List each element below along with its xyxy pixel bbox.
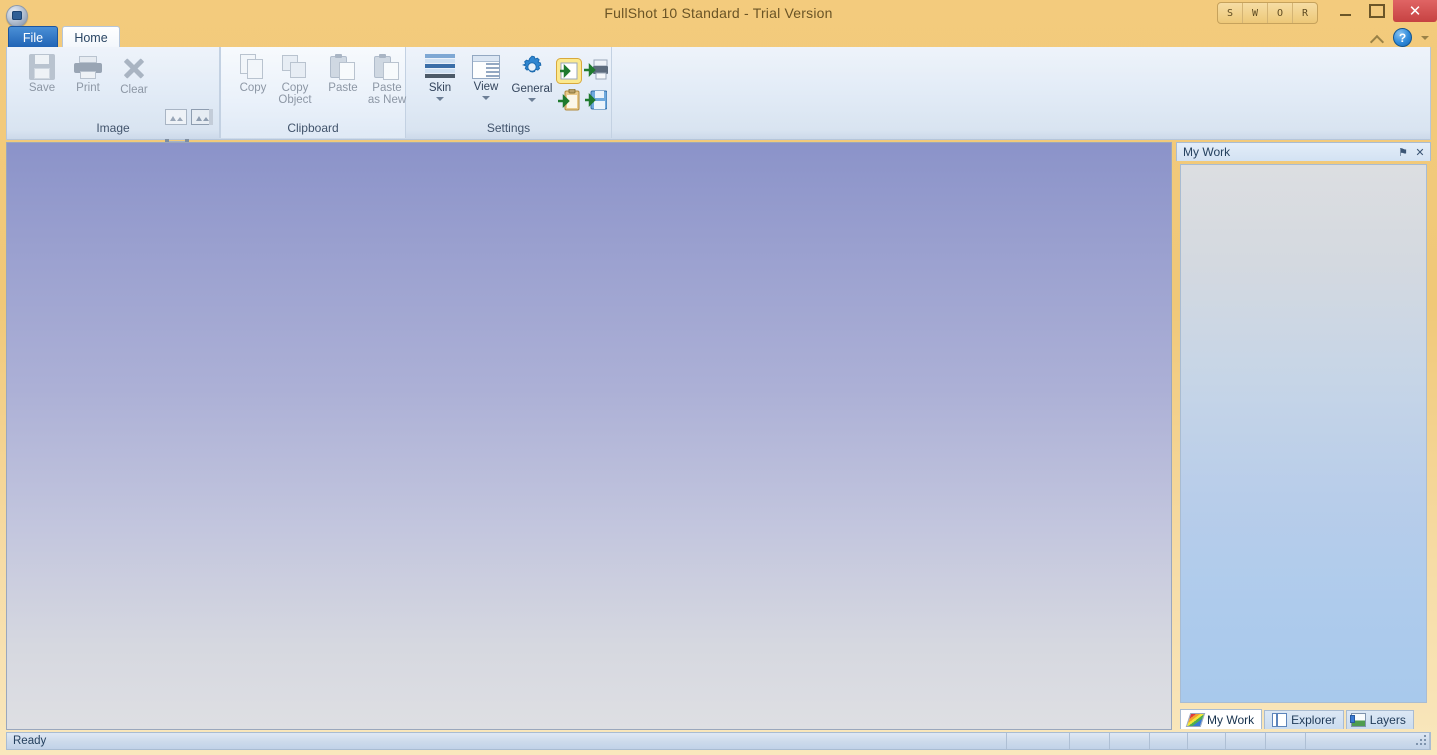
dock-panel-tabs: My Work Explorer Layers [1180, 708, 1427, 729]
dock-tab-explorer-label: Explorer [1291, 713, 1336, 727]
skin-stripes-icon [425, 54, 455, 80]
dock-tab-layers-label: Layers [1369, 713, 1406, 727]
ribbon-group-image: Save Print Clear Image [7, 47, 220, 157]
quick-button-r[interactable]: R [1293, 3, 1317, 23]
view-panes-icon [472, 55, 500, 79]
x-cross-icon [120, 54, 148, 82]
save-button-label: Save [28, 82, 56, 94]
ribbon-group-settings: Skin View General Settings [406, 47, 612, 138]
clear-button-label: Clear [120, 84, 148, 96]
tab-home[interactable]: Home [62, 26, 120, 48]
minimize-icon [1339, 13, 1351, 16]
clipboard-paste-new-icon [374, 54, 400, 80]
help-icon[interactable]: ? [1393, 28, 1412, 47]
chevron-down-icon[interactable] [436, 97, 444, 101]
chevron-down-icon[interactable] [528, 98, 536, 102]
status-pane-2 [1007, 733, 1070, 749]
explorer-window-icon [1272, 713, 1288, 727]
copy-object-button[interactable]: Copy Object [269, 51, 321, 119]
close-icon: ✕ [1408, 2, 1422, 20]
status-pane-8 [1266, 733, 1306, 749]
status-pane-6 [1188, 733, 1226, 749]
ribbon-tab-strip: File Home ? [0, 26, 1437, 48]
maximize-icon [1369, 4, 1385, 18]
ribbon-group-clipboard: Copy Copy Object Paste Paste as New Clip… [220, 47, 406, 138]
general-button[interactable]: General [502, 51, 562, 119]
tab-file[interactable]: File [8, 26, 58, 48]
dock-panel-body[interactable] [1180, 164, 1427, 703]
capture-to-file-icon[interactable] [585, 89, 608, 111]
gear-icon [518, 53, 546, 81]
application-window: FullShot 10 Standard - Trial Version S W… [0, 0, 1437, 755]
status-pane-3 [1070, 733, 1110, 749]
copy-pages-icon [240, 54, 266, 80]
minimize-ribbon-icon[interactable] [1370, 31, 1384, 45]
skin-button-label: Skin [428, 82, 452, 94]
status-pane-9 [1306, 733, 1430, 749]
dock-tab-layers[interactable]: Layers [1345, 710, 1414, 729]
close-button[interactable]: ✕ [1393, 0, 1437, 22]
chevron-down-icon[interactable] [482, 96, 490, 100]
capture-to-window-icon[interactable] [556, 58, 582, 84]
quick-button-w[interactable]: W [1243, 3, 1268, 23]
pin-icon[interactable]: ⚑ [1396, 145, 1410, 159]
dock-tab-explorer[interactable]: Explorer [1264, 710, 1344, 729]
ribbon-group-clipboard-label: Clipboard [287, 121, 339, 135]
close-icon[interactable]: ✕ [1413, 145, 1427, 159]
print-button[interactable]: Print [62, 51, 114, 119]
capture-to-printer-icon[interactable] [584, 59, 608, 81]
title-bar: FullShot 10 Standard - Trial Version S W… [0, 0, 1437, 29]
quick-access-toolbar: S W O R [1217, 2, 1318, 24]
status-pane-7 [1226, 733, 1266, 749]
dock-panel-header: My Work ⚑ ✕ [1176, 142, 1431, 161]
copy-object-icon [282, 54, 308, 80]
ribbon-controls: ? [1370, 28, 1429, 47]
ribbon: Save Print Clear Image Copy Copy Object … [6, 47, 1431, 157]
ribbon-group-settings-label: Settings [486, 121, 531, 135]
image-canvas[interactable] [6, 142, 1172, 730]
general-button-label: General [511, 83, 553, 95]
dock-tab-my-work[interactable]: My Work [1180, 709, 1263, 729]
save-button[interactable]: Save [16, 51, 68, 119]
status-pane-4 [1110, 733, 1150, 749]
paste-as-new-button-label: Paste as New [367, 82, 407, 106]
capture-to-clipboard-icon[interactable] [558, 88, 580, 111]
copy-object-button-label: Copy Object [278, 82, 312, 106]
floppy-disk-icon [29, 54, 55, 80]
maximize-button[interactable] [1363, 0, 1391, 22]
quick-button-s[interactable]: S [1218, 3, 1243, 23]
printer-icon [74, 56, 102, 80]
clear-button[interactable]: Clear [108, 51, 160, 119]
help-dropdown-icon[interactable] [1421, 35, 1429, 40]
minimize-button[interactable] [1331, 0, 1359, 22]
my-work-dock-panel: My Work ⚑ ✕ My Work Explorer Layers [1176, 142, 1431, 730]
skin-button[interactable]: Skin [414, 51, 466, 119]
ribbon-group-image-label: Image [96, 121, 130, 135]
status-pane-ready: Ready [7, 733, 1007, 749]
resize-grip-icon[interactable] [1415, 735, 1428, 748]
clipboard-paste-icon [330, 54, 356, 80]
status-pane-5 [1150, 733, 1188, 749]
layers-icon [1349, 713, 1366, 727]
paste-button-label: Paste [328, 82, 358, 94]
copy-button-label: Copy [239, 82, 267, 94]
status-bar: Ready [6, 732, 1431, 750]
dock-panel-title: My Work [1183, 145, 1231, 159]
view-button-label: View [473, 81, 499, 93]
quick-button-o[interactable]: O [1268, 3, 1293, 23]
print-button-label: Print [76, 82, 100, 94]
rainbow-icon [1185, 712, 1206, 727]
dock-tab-my-work-label: My Work [1207, 712, 1255, 727]
